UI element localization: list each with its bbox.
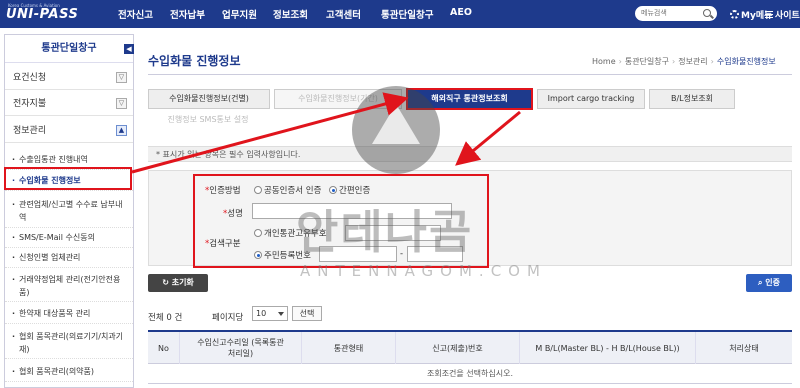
sidebar-sub-item[interactable]: SMS/E-Mail 수신동의	[5, 228, 133, 248]
breadcrumb-current: 수입화물진행정보	[716, 57, 776, 66]
highlight-sidebar-item	[4, 167, 132, 190]
required-notice: * 표시가 있는 항목은 필수 입력사항입니다.	[148, 146, 792, 162]
sitemap-button[interactable]: 사이트	[765, 8, 800, 21]
breadcrumb-item[interactable]: 정보관리	[678, 57, 707, 66]
sidebar-item-label: 전자지불	[13, 99, 47, 109]
sidebar-item-electronic-payment[interactable]: 전자지불 ▽	[5, 92, 133, 116]
column-header-bl-number: M B/L(Master BL) - H B/L(House BL))	[520, 332, 696, 364]
sidebar-item-label: 정보관리	[13, 126, 47, 136]
tab-import-cargo-tracking[interactable]: Import cargo tracking	[537, 89, 645, 109]
sidebar-sub-item[interactable]: 거래약정업체 관리(전기안전용품)	[5, 270, 133, 302]
menu-search-box	[635, 6, 717, 21]
gear-icon	[730, 10, 739, 19]
reset-label: 초기화	[171, 278, 194, 287]
menu-icon	[765, 11, 773, 18]
nav-electronic-payment[interactable]: 전자납부	[170, 7, 205, 21]
collapse-icon[interactable]: ▲	[116, 125, 127, 136]
nav-info-inquiry[interactable]: 정보조회	[273, 7, 308, 21]
tab-sms-notification-settings[interactable]: 진행정보 SMS통보 설정	[148, 111, 268, 131]
nav-aeo[interactable]: AEO	[450, 7, 472, 18]
per-page-label: 페이지당	[212, 313, 244, 323]
authenticate-button[interactable]: ⌕ 인증	[746, 274, 792, 292]
sidebar-item-requirement-application[interactable]: 요건신청 ▽	[5, 66, 133, 90]
per-page-select[interactable]: 10	[252, 306, 288, 321]
per-page-value: 10	[256, 309, 267, 318]
sidebar-sub-item[interactable]: 협회 품목관리(의료기기/치과기재)	[5, 327, 133, 359]
nav-single-window[interactable]: 통관단일창구	[381, 7, 433, 21]
watermark-text: 안테나곰	[296, 205, 474, 259]
sidebar-sub-item[interactable]: 관련업체/신고별 수수료 납부내역	[5, 195, 133, 228]
column-header-clearance-type: 통관형태	[302, 332, 396, 364]
search-icon[interactable]	[703, 9, 711, 17]
result-table-header: No 수입신고수리일 (목록통관처리일) 통관형태 신고(제출)번호 M B/L…	[148, 330, 792, 364]
sidebar: 통관단일창구 ◀ 요건신청 ▽ 전자지불 ▽ 정보관리 ▲ 수출입통관 진행내역…	[4, 34, 134, 388]
sitemap-label: 사이트	[775, 11, 800, 21]
expand-icon[interactable]: ▽	[116, 98, 127, 109]
watermark-mountain-icon	[372, 104, 420, 144]
nav-electronic-declaration[interactable]: 전자신고	[118, 7, 153, 21]
sidebar-sub-item[interactable]: 한약재 대상품목 관리	[5, 304, 133, 324]
breadcrumb-item[interactable]: 통관단일창구	[625, 57, 669, 66]
sidebar-title: 통관단일창구	[5, 35, 133, 63]
column-header-no: No	[148, 332, 180, 364]
breadcrumb-separator-icon: ›	[710, 57, 714, 66]
column-header-status: 처리상태	[729, 343, 759, 353]
tab-bl-info[interactable]: B/L정보조회	[649, 89, 735, 109]
breadcrumb-home[interactable]: Home	[592, 57, 616, 66]
page-title: 수입화물 진행정보	[148, 54, 241, 68]
sidebar-sub-item[interactable]: 협회 품목관리(의약품)	[5, 362, 133, 382]
tab-import-cargo-by-case[interactable]: 수입화물진행정보(건별)	[148, 89, 270, 109]
total-count: 전체 0 건	[148, 313, 183, 323]
breadcrumb-separator-icon: ›	[672, 57, 676, 66]
sidebar-collapse-button[interactable]: ◀	[124, 44, 134, 54]
sidebar-item-label: 요건신청	[13, 73, 47, 83]
breadcrumb: Home › 통관단일창구 › 정보관리 › 수입화물진행정보	[592, 56, 776, 67]
expand-icon[interactable]: ▽	[116, 72, 127, 83]
empty-result-message: 조회조건을 선택하십시오.	[148, 364, 792, 384]
sidebar-item-info-management[interactable]: 정보관리 ▲	[5, 119, 133, 143]
column-header-declaration-number: 신고(제출)번호	[396, 332, 520, 364]
reset-button[interactable]: ↻ 초기화	[148, 274, 208, 292]
title-divider	[148, 74, 792, 75]
refresh-icon: ↻	[162, 278, 172, 287]
logo-text: UNI-PASS	[6, 7, 79, 22]
nav-business-support[interactable]: 업무지원	[222, 7, 257, 21]
sidebar-sub-item[interactable]: 신청인별 업체관리	[5, 248, 133, 268]
unipass-logo[interactable]: Korea Customs & Aviation UNI-PASS	[6, 3, 98, 25]
per-page-apply-button[interactable]: 선택	[292, 306, 322, 321]
authenticate-label: 인증	[765, 278, 780, 287]
menu-search-input[interactable]	[641, 8, 699, 19]
top-navigation-bar: Korea Customs & Aviation UNI-PASS 전자신고 전…	[0, 0, 800, 28]
chevron-down-icon	[278, 312, 284, 316]
nav-customer-center[interactable]: 고객센터	[326, 7, 361, 21]
breadcrumb-separator-icon: ›	[618, 57, 622, 66]
column-header-acceptance-date: 수입신고수리일 (목록통관처리일)	[180, 332, 302, 364]
watermark-subtext: ANTENNAGOM.COM	[300, 262, 547, 280]
